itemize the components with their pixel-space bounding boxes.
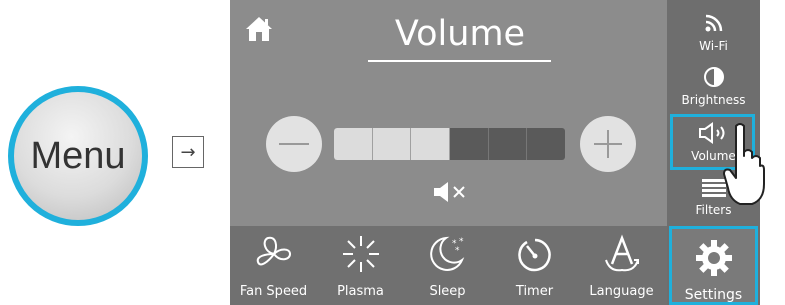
- arrow-icon: →: [172, 136, 204, 168]
- volume-segment: [489, 128, 528, 160]
- language-icon: [604, 234, 639, 272]
- sidebar-item-label: Settings: [684, 287, 743, 303]
- wifi-icon: [705, 14, 722, 32]
- bottom-item-language[interactable]: Language: [578, 234, 665, 299]
- minus-icon: [279, 143, 309, 145]
- menu-button[interactable]: Menu: [8, 86, 148, 226]
- brightness-icon: [703, 67, 724, 87]
- volume-increase-button[interactable]: [580, 116, 636, 172]
- volume-segment: [334, 128, 373, 160]
- page-title: Volume: [394, 14, 526, 54]
- svg-text:*: *: [455, 246, 460, 256]
- bottom-item-sleep[interactable]: * * * Sleep: [404, 234, 491, 299]
- bottom-item-plasma[interactable]: Plasma: [317, 234, 404, 299]
- bottom-item-label: Sleep: [429, 284, 466, 299]
- home-icon[interactable]: [244, 15, 274, 47]
- bottom-item-timer[interactable]: Timer: [491, 234, 578, 299]
- sidebar-item-wifi[interactable]: Wi-Fi: [667, 12, 760, 53]
- title-underline: [368, 60, 551, 62]
- sidebar-item-label: Brightness: [681, 93, 746, 107]
- sidebar-item-settings[interactable]: Settings: [667, 238, 760, 303]
- fan-icon: [256, 236, 291, 266]
- plus-icon: [594, 130, 622, 158]
- bottom-item-fan-speed[interactable]: Fan Speed: [230, 234, 317, 299]
- volume-decrease-button[interactable]: [266, 116, 322, 172]
- bottom-item-label: Plasma: [337, 284, 384, 299]
- volume-segment: [372, 128, 412, 160]
- bottom-item-label: Fan Speed: [239, 284, 308, 299]
- bottom-item-label: Timer: [515, 284, 554, 299]
- volume-segment: [527, 128, 565, 160]
- volume-level-bar[interactable]: [334, 128, 565, 160]
- sleep-icon: * * *: [429, 236, 464, 271]
- svg-text:*: *: [459, 237, 464, 247]
- volume-segment: [450, 128, 489, 160]
- bottom-item-label: Language: [589, 284, 654, 299]
- settings-icon: [695, 240, 732, 276]
- volume-segment: [411, 128, 451, 160]
- mute-icon[interactable]: [432, 180, 468, 208]
- timer-icon: [517, 238, 551, 272]
- pointing-hand-icon: [722, 122, 766, 210]
- plasma-icon: [342, 236, 379, 272]
- sidebar-item-brightness[interactable]: Brightness: [667, 66, 760, 107]
- sidebar-item-label: Wi-Fi: [699, 39, 728, 53]
- menu-button-label: Menu: [30, 134, 126, 177]
